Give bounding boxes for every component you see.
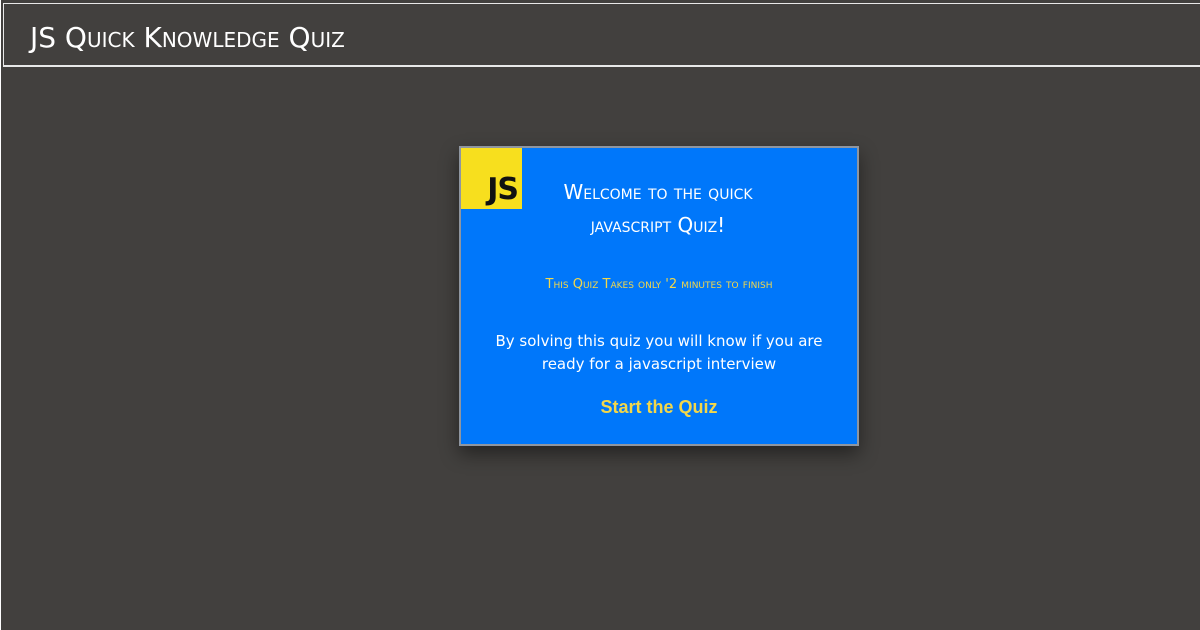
welcome-heading: Welcome to the quick javascript Quiz! xyxy=(563,180,753,237)
quiz-duration-text: This Quiz Takes only '2 minutes to finis… xyxy=(545,277,773,292)
start-quiz-button[interactable]: Start the Quiz xyxy=(559,392,759,422)
top-bar: JS Quick Knowledge Quiz xyxy=(3,3,1200,67)
app-title: JS Quick Knowledge Quiz xyxy=(30,21,345,54)
javascript-logo-icon: JS xyxy=(461,148,522,209)
page: JS Quick Knowledge Quiz JS Welcome to th… xyxy=(0,0,1200,630)
welcome-card: JS Welcome to the quick javascript Quiz!… xyxy=(459,146,859,446)
quiz-description: By solving this quiz you will know if yo… xyxy=(495,332,823,373)
logo-text: JS xyxy=(487,172,519,207)
